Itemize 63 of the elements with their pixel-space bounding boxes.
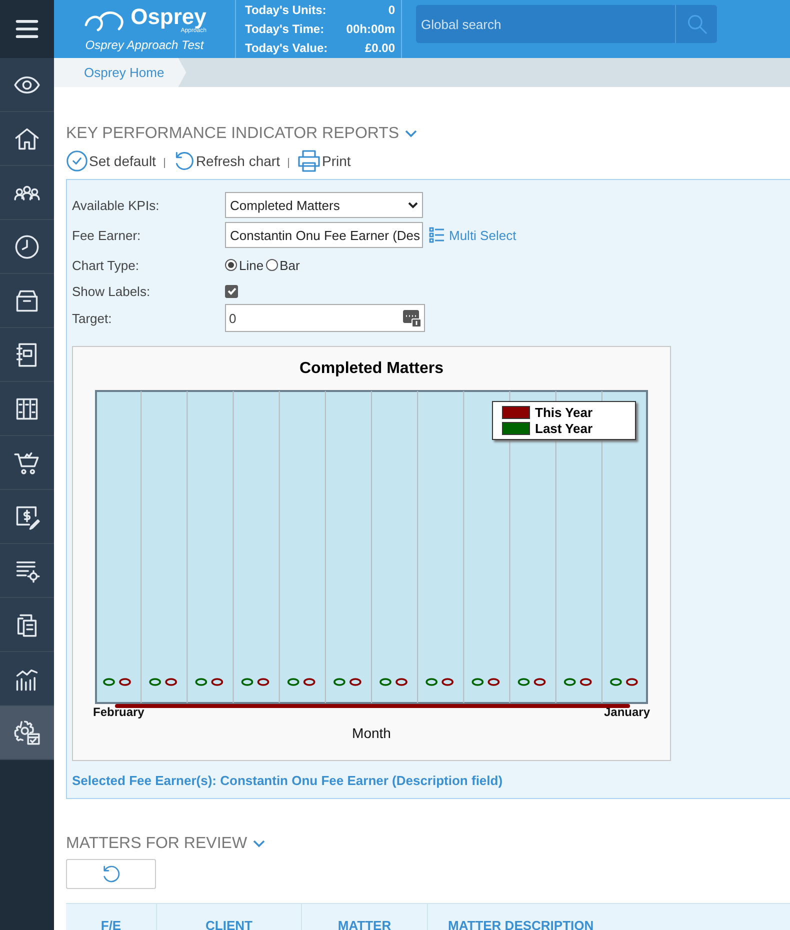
- printer-icon: [296, 149, 321, 173]
- toolbar-button[interactable]: Refresh chart: [172, 150, 280, 172]
- refresh-icon: [101, 864, 121, 884]
- fee-earner-select[interactable]: Constantin Onu Fee Earner (Des: [225, 222, 423, 248]
- cart-icon: [14, 450, 40, 476]
- home-icon: [14, 126, 40, 152]
- sidebar-item[interactable]: [0, 652, 54, 706]
- axis-tick-label: February: [93, 705, 144, 719]
- selected-fee-earners-text: Selected Fee Earner(s): Constantin Onu Fee Earner (Description field): [72, 773, 504, 788]
- stat-value: 0: [388, 3, 395, 17]
- checklist-icon: [429, 227, 445, 243]
- stat-label: Today's Units:: [245, 3, 326, 17]
- box-icon: [14, 288, 40, 314]
- legend-label: This Year: [535, 405, 593, 420]
- sidebar-item[interactable]: [0, 112, 54, 166]
- field-label: Target:: [72, 310, 113, 326]
- global-search-field[interactable]: Global search: [416, 5, 675, 43]
- company-name: Osprey Approach Test: [85, 38, 204, 52]
- radio-button[interactable]: [225, 259, 237, 271]
- sidebar-item[interactable]: [0, 58, 54, 112]
- stat-label: Today's Time:: [245, 22, 324, 36]
- sidebar-item[interactable]: [0, 382, 54, 436]
- axis-title: Month: [352, 725, 391, 741]
- field-label: Show Labels:: [72, 284, 152, 298]
- sidebar-item[interactable]: [0, 544, 54, 598]
- section-title: KEY PERFORMANCE INDICATOR REPORTS: [66, 125, 400, 143]
- chevron-down-icon: [253, 840, 266, 848]
- invoice-icon: [14, 504, 40, 530]
- radio-label: Bar: [280, 258, 300, 272]
- sidebar-item[interactable]: [0, 166, 54, 220]
- sidebar-item[interactable]: [0, 274, 54, 328]
- kpi-select[interactable]: Completed Matters: [225, 192, 423, 218]
- stat-value: 00h:00m: [346, 22, 395, 36]
- axis-tick-label: January: [604, 705, 650, 719]
- clock-icon: [14, 234, 40, 260]
- gear-icon: [14, 720, 40, 746]
- toolbar-button[interactable]: Set default: [66, 150, 156, 172]
- logo-text: Osprey: [130, 6, 206, 28]
- search-icon: [686, 13, 708, 35]
- chevron-down-icon: [405, 130, 418, 138]
- radio-label: Line: [239, 258, 264, 272]
- sidebar-item[interactable]: [0, 490, 54, 544]
- books-icon: [14, 396, 40, 422]
- stat-label: Today's Value:: [245, 41, 328, 55]
- sidebar-item[interactable]: [0, 598, 54, 652]
- field-label: Available KPIs:: [72, 198, 160, 212]
- section-title: MATTERS FOR REVIEW: [66, 835, 248, 853]
- chart-title: Completed Matters: [299, 360, 444, 378]
- sidebar-item[interactable]: [0, 328, 54, 382]
- radio-button[interactable]: [266, 259, 278, 271]
- check-circle-icon: [66, 150, 88, 172]
- field-label: Fee Earner:: [72, 228, 142, 242]
- toolbar-button[interactable]: Print: [296, 149, 351, 173]
- sidebar-item[interactable]: [0, 220, 54, 274]
- chevron-down-icon: [408, 202, 418, 208]
- legend-label: Last Year: [535, 421, 593, 436]
- sidebar-item[interactable]: [0, 436, 54, 490]
- checkbox[interactable]: [225, 284, 238, 298]
- sidebar-item[interactable]: [0, 706, 54, 760]
- stat-value: £0.00: [364, 41, 395, 55]
- number-pad-icon: [402, 308, 422, 328]
- field-label: Chart Type:: [72, 258, 140, 272]
- target-field[interactable]: 0: [225, 304, 425, 332]
